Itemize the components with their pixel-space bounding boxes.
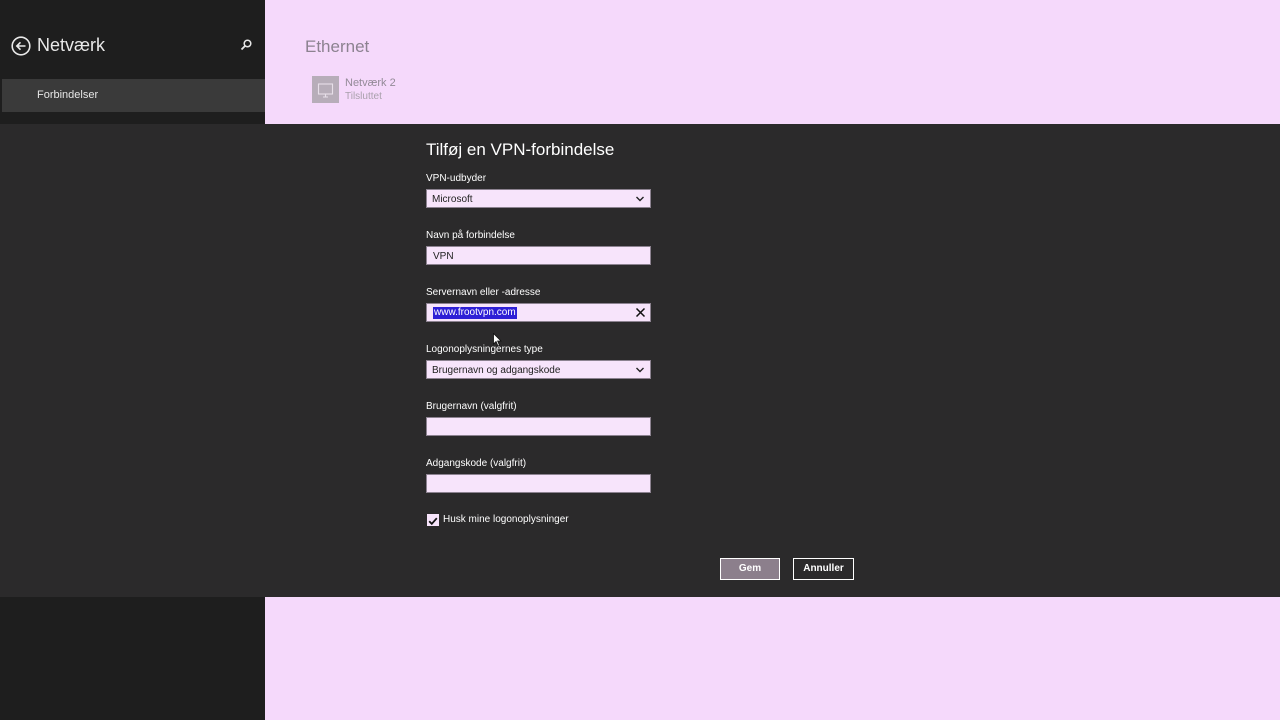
chevron-down-icon — [636, 367, 644, 373]
connection-name-value: VPN — [433, 251, 454, 262]
signin-type-select[interactable]: Brugernavn og adgangskode — [426, 360, 651, 379]
username-label: Brugernavn (valgfrit) — [426, 401, 517, 412]
network-item[interactable]: Netværk 2 Tilsluttet — [312, 76, 512, 104]
network-name: Netværk 2 — [345, 77, 396, 89]
main-panel-bottom — [265, 597, 1280, 720]
signin-type-value: Brugernavn og adgangskode — [432, 365, 561, 376]
signin-type-label: Logonoplysningernes type — [426, 344, 543, 355]
server-label: Servernavn eller -adresse — [426, 287, 541, 298]
back-arrow-icon — [11, 36, 31, 56]
sidebar-title: Netværk — [37, 35, 106, 55]
search-button[interactable] — [238, 37, 254, 53]
sidebar-item-label: Forbindelser — [37, 89, 99, 101]
remember-label: Husk mine logonoplysninger — [443, 514, 569, 525]
password-label: Adgangskode (valgfrit) — [426, 458, 527, 469]
clear-icon[interactable] — [634, 306, 647, 319]
remember-checkbox[interactable] — [427, 514, 439, 526]
save-button[interactable]: Gem — [720, 558, 780, 580]
connection-name-label: Navn på forbindelse — [426, 230, 515, 241]
username-input[interactable] — [426, 417, 651, 436]
page-title: Ethernet — [305, 37, 370, 56]
provider-value: Microsoft — [432, 194, 473, 205]
server-input[interactable]: www.frootvpn.com — [426, 303, 651, 322]
server-value: www.frootvpn.com — [433, 307, 517, 319]
password-input[interactable] — [426, 474, 651, 493]
search-icon — [240, 39, 252, 51]
network-status: Tilsluttet — [345, 91, 382, 102]
main-panel: Ethernet Netværk 2 Tilsluttet — [265, 0, 1280, 124]
mouse-cursor-icon — [493, 333, 502, 347]
connection-name-input[interactable]: VPN — [426, 246, 651, 265]
network-icon — [312, 76, 339, 103]
chevron-down-icon — [636, 196, 644, 202]
back-button[interactable] — [11, 36, 31, 56]
provider-label: VPN-udbyder — [426, 173, 487, 184]
cancel-button[interactable]: Annuller — [793, 558, 854, 580]
dialog-title: Tilføj en VPN-forbindelse — [426, 140, 615, 159]
checkmark-icon — [428, 517, 438, 526]
provider-select[interactable]: Microsoft — [426, 189, 651, 208]
sidebar-item-connections[interactable]: Forbindelser — [2, 79, 265, 112]
vpn-dialog: Tilføj en VPN-forbindelse VPN-udbyder Mi… — [0, 124, 1280, 597]
